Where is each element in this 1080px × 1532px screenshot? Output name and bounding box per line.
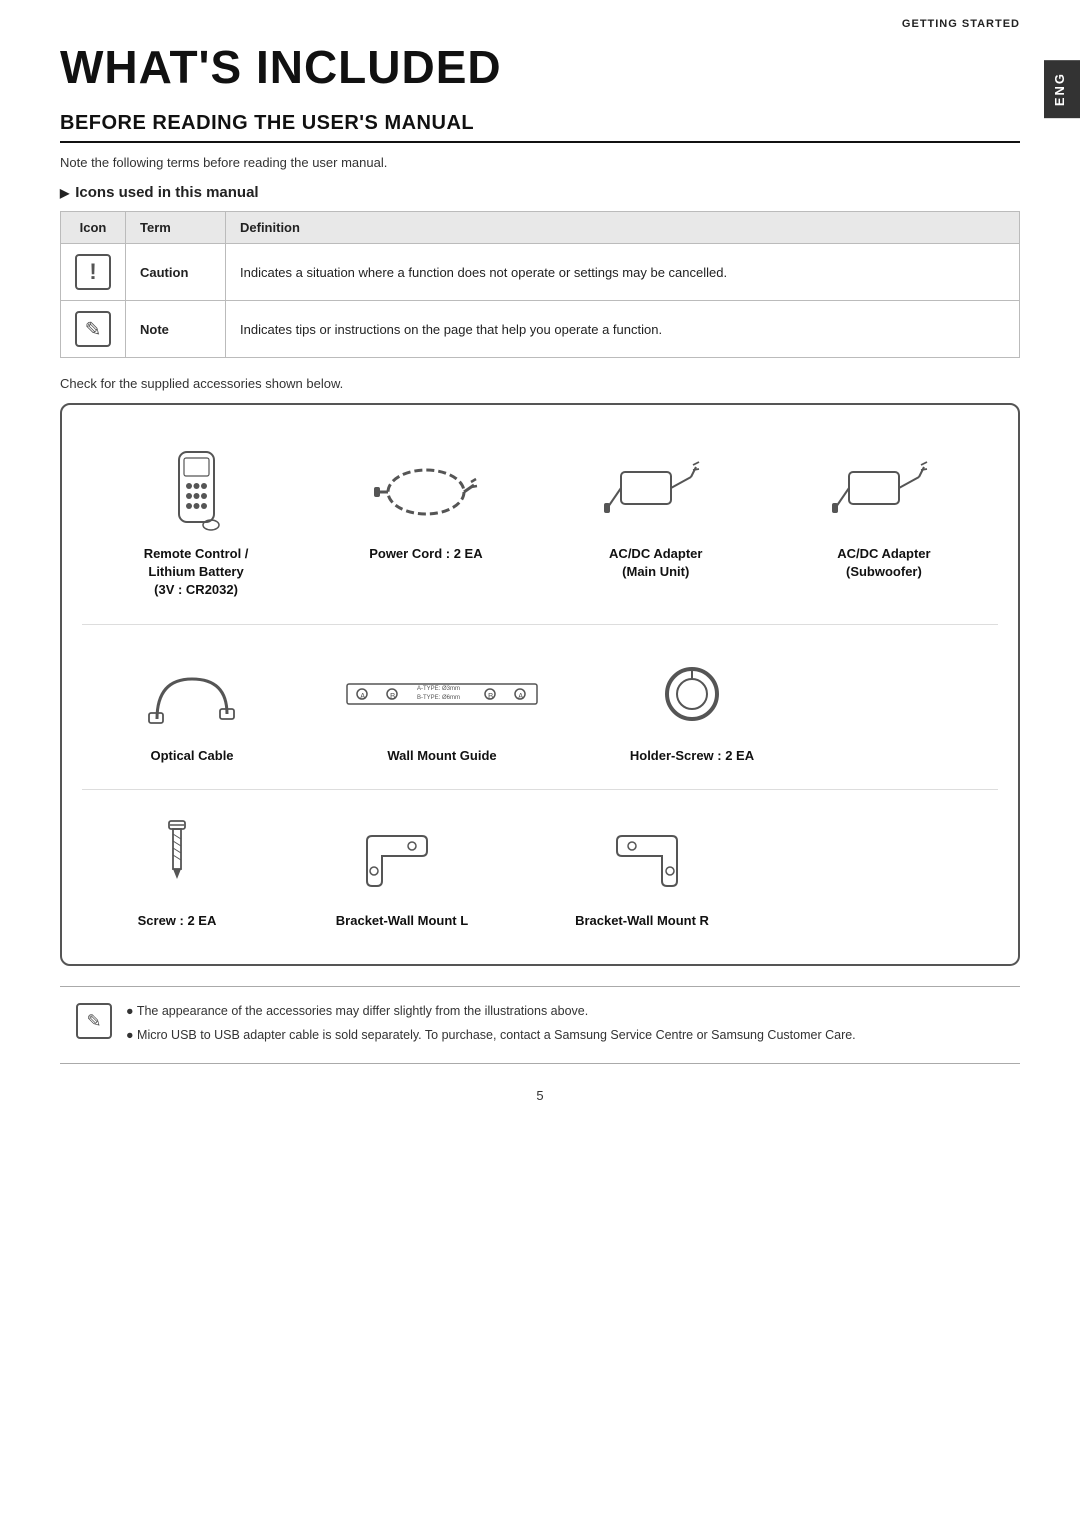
note-bullet-1: The appearance of the accessories may di… [126,1001,856,1021]
table-row-caution: ! Caution Indicates a situation where a … [61,244,1020,301]
note-term: Note [126,301,226,358]
col-term: Term [126,212,226,244]
icons-table: Icon Term Definition ! Caution Indicates… [60,211,1020,358]
caution-icon-cell: ! [61,244,126,301]
holder-screw-image [637,649,747,739]
holder-screw-label: Holder-Screw : 2 EA [630,747,754,765]
bracket-r-label: Bracket-Wall Mount R [575,912,709,930]
svg-text:B: B [390,692,395,701]
bracket-l-image [347,814,457,904]
remote-control-image [141,447,251,537]
wall-mount-guide-image: A B A-TYPE: Ø3mm B-TYPE: Ø6mm B A [387,649,497,739]
intro-text: Note the following terms before reading … [60,155,1020,170]
optical-cable-label: Optical Cable [150,747,233,765]
caution-icon: ! [75,254,111,290]
accessory-remote-control: Remote Control /Lithium Battery(3V : CR2… [135,439,257,608]
svg-text:A: A [518,692,524,701]
language-tab: ENG [1044,60,1080,118]
accessory-power-cord: Power Cord : 2 EA [363,439,488,608]
accessory-acdc-main: AC/DC Adapter(Main Unit) [595,439,717,608]
col-icon: Icon [61,212,126,244]
bracket-r-image [587,814,697,904]
section-subtitle: BEFORE READING THE USER'S MANUAL [60,112,1020,143]
acdc-main-image [601,447,711,537]
accessories-row-2: Optical Cable A B A-TYPE: Ø3mm B-TYPE: Ø… [82,631,998,783]
screw-image [122,814,232,904]
remote-control-label: Remote Control /Lithium Battery(3V : CR2… [144,545,249,600]
optical-cable-image [137,649,247,739]
acdc-sub-label: AC/DC Adapter(Subwoofer) [837,545,930,581]
svg-text:B-TYPE: Ø6mm: B-TYPE: Ø6mm [417,695,460,701]
screw-label: Screw : 2 EA [138,912,217,930]
check-text: Check for the supplied accessories shown… [60,376,1020,391]
wall-mount-guide-label: Wall Mount Guide [387,747,496,765]
power-cord-label: Power Cord : 2 EA [369,545,482,563]
note-box: ✎ The appearance of the accessories may … [60,986,1020,1064]
accessory-bracket-r: Bracket-Wall Mount R [552,806,732,938]
svg-text:A: A [360,692,366,701]
icons-heading: Icons used in this manual [60,184,1020,201]
note-definition: Indicates tips or instructions on the pa… [226,301,1020,358]
page-header: GETTING STARTED [0,0,1080,30]
accessory-holder-screw: Holder-Screw : 2 EA [602,641,782,773]
table-row-note: ✎ Note Indicates tips or instructions on… [61,301,1020,358]
accessories-row-3: Screw : 2 EA Bracket-Wall Mount L [82,796,998,948]
acdc-main-label: AC/DC Adapter(Main Unit) [609,545,702,581]
note-icon-cell: ✎ [61,301,126,358]
page-number: 5 [60,1088,1020,1103]
note-bullet-2: Micro USB to USB adapter cable is sold s… [126,1025,856,1045]
accessory-screw: Screw : 2 EA [102,806,252,938]
svg-text:A-TYPE: Ø3mm: A-TYPE: Ø3mm [417,686,460,692]
col-definition: Definition [226,212,1020,244]
note-icon: ✎ [75,311,111,347]
accessory-optical-cable: Optical Cable [102,641,282,773]
accessory-wall-mount-guide: A B A-TYPE: Ø3mm B-TYPE: Ø6mm B A Wall M… [322,641,562,773]
caution-term: Caution [126,244,226,301]
bracket-l-label: Bracket-Wall Mount L [336,912,468,930]
accessories-row-1: Remote Control /Lithium Battery(3V : CR2… [82,429,998,618]
acdc-sub-image [829,447,939,537]
accessory-acdc-sub: AC/DC Adapter(Subwoofer) [823,439,945,608]
power-cord-image [371,447,481,537]
caution-definition: Indicates a situation where a function d… [226,244,1020,301]
note-box-icon: ✎ [76,1003,112,1039]
page-title: WHAT'S INCLUDED [60,40,1020,94]
section-label: GETTING STARTED [902,18,1020,30]
note-bullets: The appearance of the accessories may di… [126,1001,856,1049]
accessory-bracket-l: Bracket-Wall Mount L [312,806,492,938]
accessories-box: Remote Control /Lithium Battery(3V : CR2… [60,403,1020,966]
svg-text:B: B [488,692,493,701]
